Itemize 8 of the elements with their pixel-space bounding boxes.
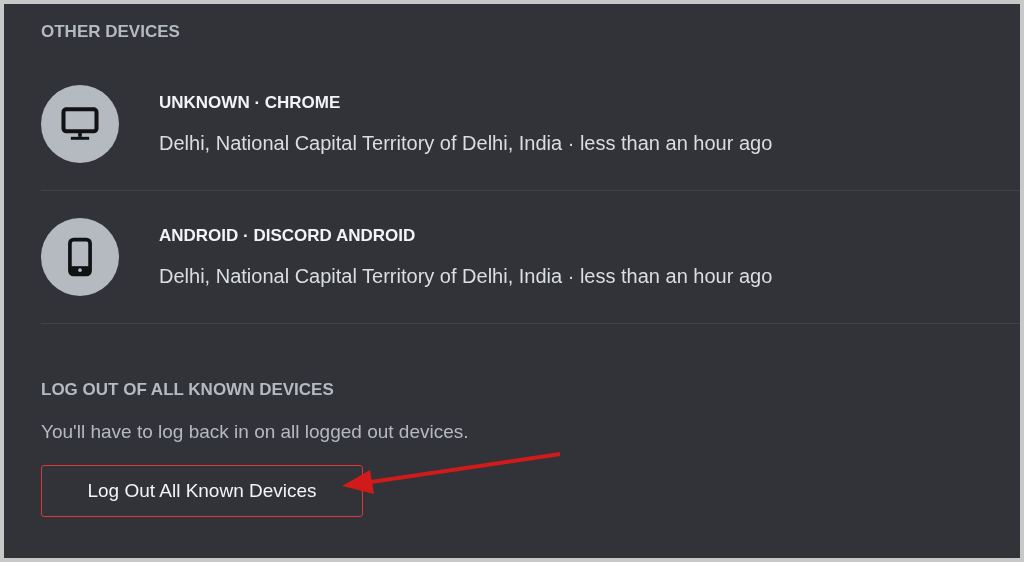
device-name: ANDROID · DISCORD ANDROID: [159, 226, 416, 246]
device-name: UNKNOWN · CHROME: [159, 93, 341, 113]
section-heading: LOG OUT OF ALL KNOWN DEVICES: [41, 380, 334, 400]
device-location: Delhi, National Capital Territory of Delhi, India · less than an hour ago: [159, 131, 773, 155]
section-description: You'll have to log back in on all logged out devices.: [41, 420, 469, 444]
log-out-button[interactable]: Log Out All Known Devices: [41, 465, 363, 517]
section-heading: OTHER DEVICES: [41, 22, 180, 42]
device-location: Delhi, National Capital Territory of Delhi, India · less than an hour ago: [159, 264, 773, 288]
